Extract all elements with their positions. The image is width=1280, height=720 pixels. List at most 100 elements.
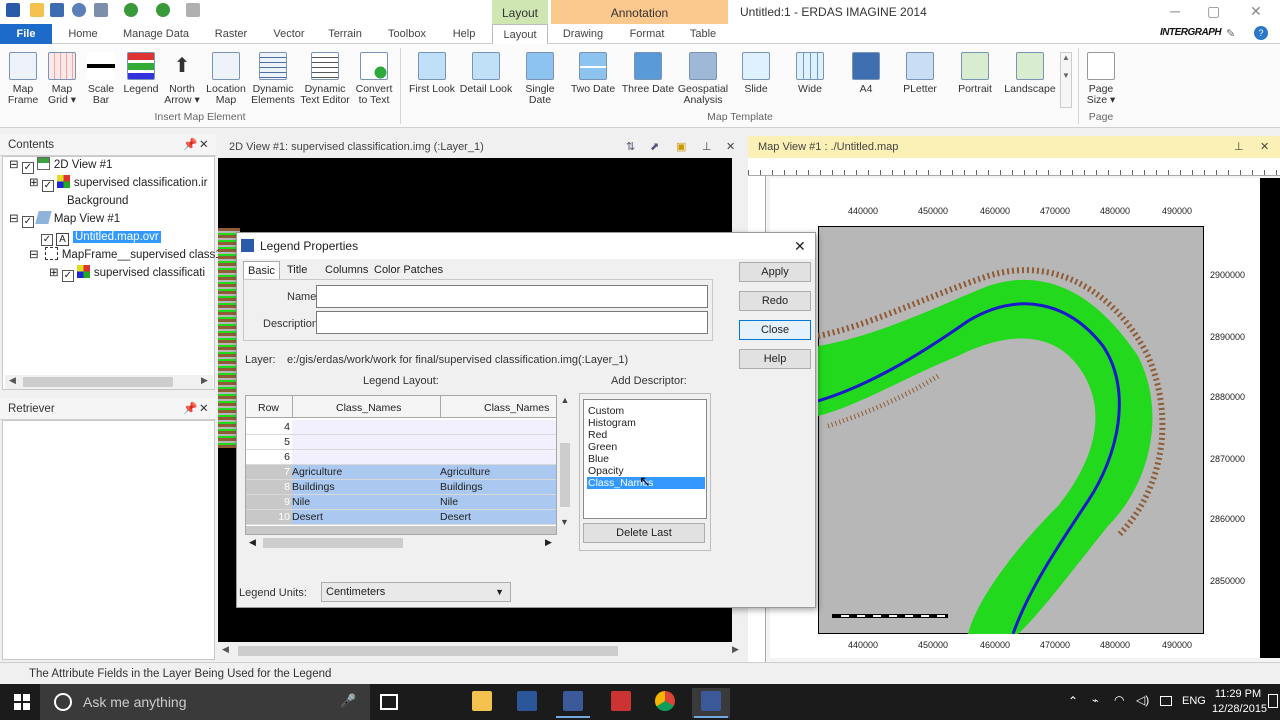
cortana-search-box[interactable]: Ask me anything 🎤	[40, 684, 370, 720]
chevron-up-icon[interactable]: ⌃	[1068, 694, 1078, 708]
grid-cell[interactable]: Nile	[292, 495, 440, 510]
location-map-button[interactable]: Location Map	[203, 52, 249, 106]
language-indicator[interactable]: ENG	[1182, 695, 1206, 707]
tree-node-raster-layer[interactable]: ⊞ ✓ supervised classification.ir	[29, 175, 207, 192]
template-a4[interactable]: A4	[844, 52, 888, 95]
mapview-vscrollbar[interactable]	[732, 158, 746, 178]
grid-cell[interactable]	[292, 450, 440, 465]
volume-icon[interactable]: ◁)	[1136, 693, 1149, 707]
close-button[interactable]: Close	[739, 320, 811, 340]
map-frame-button[interactable]: Map Frame	[4, 52, 42, 106]
mapview-canvas[interactable]: 440000 450000 460000 470000 480000 49000…	[748, 158, 1280, 662]
template-three-date[interactable]: Three Date	[620, 52, 676, 95]
tree-node-2d-view[interactable]: ⊟ ✓ 2D View #1	[9, 157, 112, 174]
page-size-button[interactable]: Page Size ▾	[1082, 52, 1120, 106]
descriptor-item[interactable]: Blue	[587, 453, 705, 465]
north-arrow-button[interactable]: ⬆ North Arrow ▾	[162, 52, 202, 106]
tree-node-map-view[interactable]: ⊟ ✓ Map View #1	[9, 211, 120, 228]
scroll-thumb[interactable]	[263, 538, 403, 548]
tab-format[interactable]: Format	[620, 24, 674, 44]
map-grid-button[interactable]: Map Grid ▾	[43, 52, 81, 106]
tab-title[interactable]: Title	[283, 261, 311, 279]
taskbar-chrome[interactable]	[646, 688, 684, 718]
tree-node-background[interactable]: Background	[49, 193, 128, 210]
tab-file[interactable]: File	[0, 24, 52, 44]
tab-drawing[interactable]: Drawing	[556, 24, 610, 44]
scale-bar-button[interactable]: Scale Bar	[82, 52, 120, 106]
grid-vscrollbar[interactable]: ▲ ▼	[557, 395, 573, 535]
tab-help[interactable]: Help	[444, 24, 484, 44]
template-geospatial-analysis[interactable]: Geospatial Analysis	[674, 52, 732, 106]
checkbox[interactable]: ✓	[21, 162, 34, 174]
legend-units-select[interactable]: Centimeters ▼	[321, 582, 511, 602]
template-detail-look[interactable]: Detail Look	[458, 52, 514, 95]
grid-cell[interactable]: Buildings	[440, 480, 556, 495]
select-icon[interactable]	[94, 3, 108, 17]
grid-header[interactable]: Class_Names	[336, 402, 401, 414]
grid-cell[interactable]	[292, 435, 440, 450]
contents-hscrollbar[interactable]: ◀ ▶	[5, 375, 213, 389]
clock[interactable]: 11:29 PM 12/28/2015	[1212, 687, 1267, 717]
task-view-icon[interactable]	[380, 694, 398, 710]
view-link-icon[interactable]: ⬈	[650, 136, 659, 158]
undo-icon[interactable]	[72, 3, 86, 17]
redo-button[interactable]: Redo	[739, 291, 811, 311]
grid-cell[interactable]: Desert	[440, 510, 556, 525]
pin-icon[interactable]: 📌	[183, 134, 197, 156]
description-input[interactable]	[316, 311, 708, 334]
wifi-icon[interactable]: ◠	[1114, 693, 1124, 707]
scroll-left-icon[interactable]: ◀	[249, 537, 256, 548]
taskbar-word[interactable]	[508, 688, 546, 718]
legend-layout-grid[interactable]: Row Class_Names Class_Names 4 5 6 7 Agri…	[245, 395, 557, 535]
tab-layout[interactable]: Layout	[492, 24, 548, 44]
tab-raster[interactable]: Raster	[206, 24, 256, 44]
pin-icon[interactable]: ⊥	[1234, 136, 1244, 158]
grid-cell[interactable]	[440, 435, 556, 450]
grid-cell[interactable]: Desert	[292, 510, 440, 525]
pan-icon[interactable]	[186, 3, 200, 17]
pin-icon[interactable]: 📌	[183, 398, 197, 420]
grid-cell[interactable]: Agriculture	[292, 465, 440, 480]
grid-cell[interactable]: Buildings	[292, 480, 440, 495]
dynamic-elements-button[interactable]: Dynamic Elements	[249, 52, 297, 106]
network-icon[interactable]: ⌁	[1092, 694, 1099, 707]
grid-cell[interactable]: Nile	[440, 495, 556, 510]
grid-cell[interactable]	[440, 450, 556, 465]
checkbox[interactable]: ✓	[41, 234, 53, 246]
tab-table[interactable]: Table	[680, 24, 726, 44]
checkbox[interactable]: ✓	[41, 180, 54, 192]
grid-cell[interactable]: Agriculture	[440, 465, 556, 480]
windows-start-icon[interactable]	[14, 694, 30, 710]
microphone-icon[interactable]: 🎤	[340, 693, 356, 709]
template-first-look[interactable]: First Look	[406, 52, 458, 95]
save-icon[interactable]	[50, 3, 64, 17]
taskbar-explorer[interactable]	[463, 688, 501, 718]
template-slide[interactable]: Slide	[734, 52, 778, 95]
close-panel-icon[interactable]: ✕	[199, 134, 209, 156]
pin-icon[interactable]: ⊥	[702, 136, 712, 158]
descriptor-item[interactable]: Red	[587, 429, 705, 441]
taskbar-erdas-2[interactable]	[692, 688, 730, 718]
minimize-icon[interactable]: ─	[1170, 3, 1180, 19]
tree-node-frame-raster[interactable]: ⊞ ✓ supervised classificati	[49, 265, 205, 282]
template-pletter[interactable]: PLetter	[896, 52, 944, 95]
grid-header[interactable]: Class_Names	[484, 402, 549, 414]
scroll-up-icon[interactable]: ▲	[557, 395, 573, 405]
legend-button[interactable]: Legend	[121, 52, 161, 95]
maximize-icon[interactable]: ▢	[1207, 3, 1220, 20]
grid-cell[interactable]	[292, 420, 440, 435]
descriptor-list[interactable]: Custom Histogram Red Green Blue Opacity …	[583, 399, 707, 519]
taskbar-recorder[interactable]	[602, 688, 640, 718]
notifications-icon[interactable]	[1268, 694, 1278, 708]
close-window-icon[interactable]: ✕	[1250, 3, 1262, 20]
close-view-icon[interactable]: ✕	[726, 136, 735, 158]
template-single-date[interactable]: Single Date	[516, 52, 564, 106]
settings-icon[interactable]: ✎	[1226, 27, 1235, 40]
dynamic-text-editor-button[interactable]: Dynamic Text Editor	[297, 52, 353, 106]
template-two-date[interactable]: Two Date	[568, 52, 618, 95]
open-folder-icon[interactable]	[30, 3, 44, 17]
tab-vector[interactable]: Vector	[264, 24, 314, 44]
dialog-close-icon[interactable]: ✕	[794, 233, 806, 259]
close-view-icon[interactable]: ✕	[1260, 136, 1269, 158]
apply-button[interactable]: Apply	[739, 262, 811, 282]
